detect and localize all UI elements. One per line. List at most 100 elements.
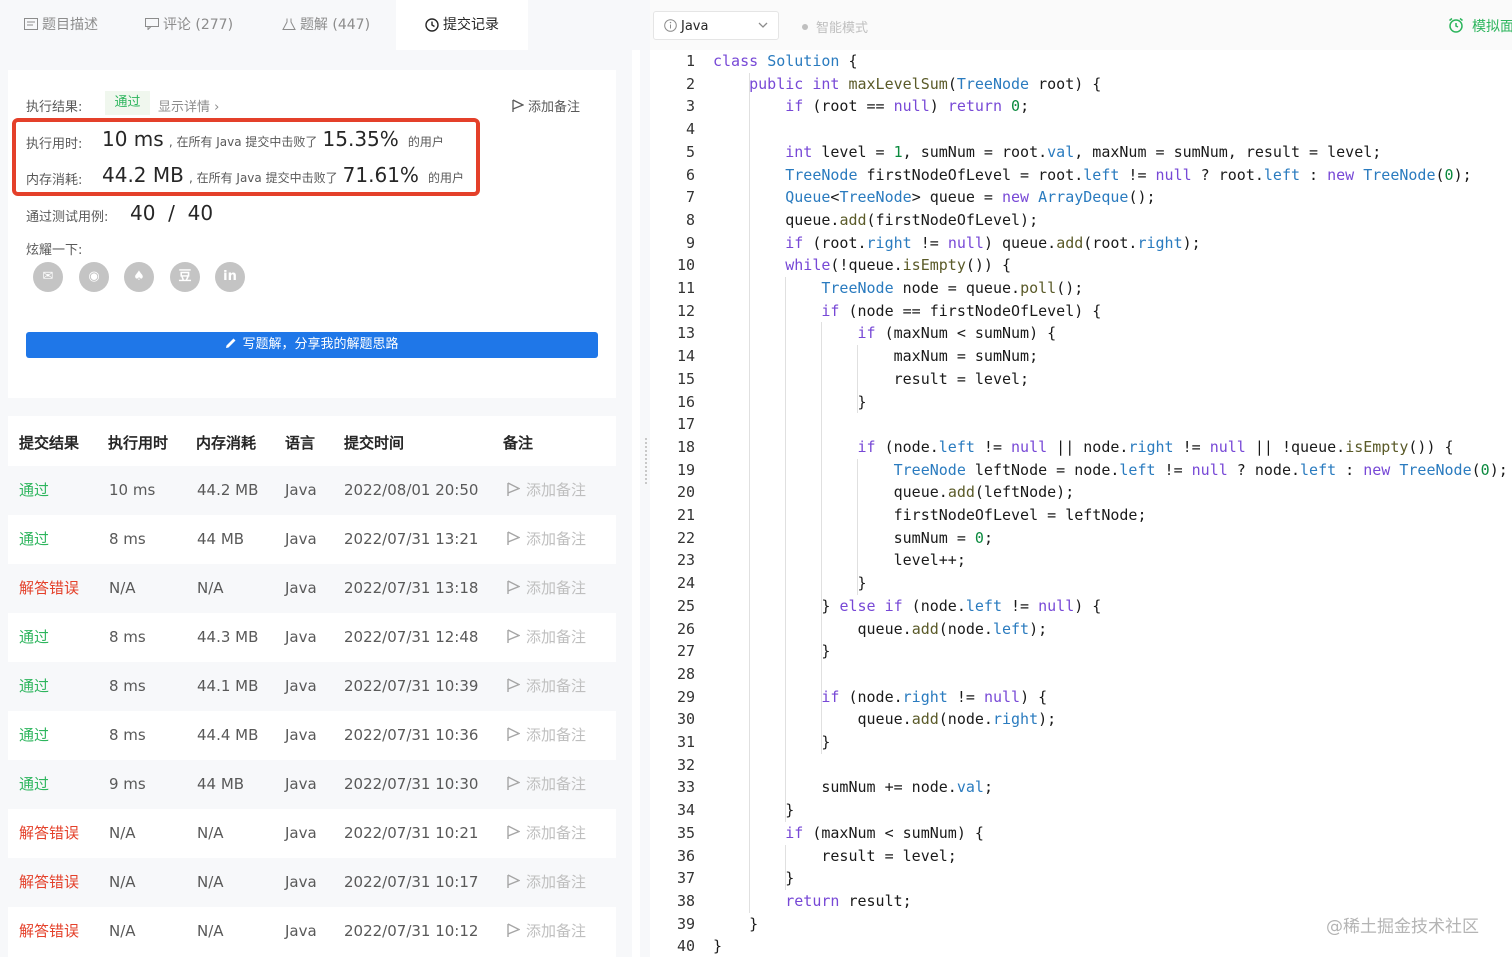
tests-label: 通过测试用例: xyxy=(26,210,109,225)
code-line[interactable]: } xyxy=(713,867,794,890)
line-number: 36 xyxy=(676,846,695,865)
code-line[interactable]: sumNum += node.val; xyxy=(713,776,993,799)
add-note-button[interactable]: 添加备注 xyxy=(512,96,580,117)
code-line[interactable]: if (maxNum < sumNum) { xyxy=(713,822,984,845)
code-line[interactable]: if (root.right != null) queue.add(root.r… xyxy=(713,232,1200,255)
row-language: Java xyxy=(285,677,317,695)
code-line[interactable]: queue.add(node.left); xyxy=(713,618,1047,641)
language-select[interactable]: Java xyxy=(653,11,779,40)
code-line[interactable]: sumNum = 0; xyxy=(713,527,993,550)
code-line[interactable]: } else if (node.left != null) { xyxy=(713,595,1101,618)
row-date: 2022/08/01 20:50 xyxy=(344,481,479,499)
tab-submissions[interactable]: 提交记录 xyxy=(396,0,528,50)
code-line[interactable]: queue.add(leftNode); xyxy=(713,481,1075,504)
code-line[interactable]: public int maxLevelSum(TreeNode root) { xyxy=(713,73,1101,96)
table-row[interactable]: 通过 10 ms 44.2 MB Java 2022/08/01 20:50 添加备注 xyxy=(8,466,616,515)
code-line[interactable]: int level = 1, sumNum = root.val, maxNum… xyxy=(713,141,1381,164)
table-row[interactable]: 通过 8 ms 44.1 MB Java 2022/07/31 10:39 添加备注 xyxy=(8,662,616,711)
show-details-link[interactable]: 显示详情 › xyxy=(158,96,219,115)
line-number: 18 xyxy=(676,437,695,456)
table-row[interactable]: 解答错误 N/A N/A Java 2022/07/31 10:17 添加备注 xyxy=(8,858,616,907)
code-line[interactable]: if (node.right != null) { xyxy=(713,686,1047,709)
code-line[interactable]: } xyxy=(713,731,830,754)
row-add-note-button[interactable]: 添加备注 xyxy=(507,809,586,858)
qq-icon[interactable]: ♠ xyxy=(124,262,154,292)
flag-icon xyxy=(507,811,521,860)
row-date: 2022/07/31 10:17 xyxy=(344,873,479,891)
table-row[interactable]: 通过 8 ms 44.4 MB Java 2022/07/31 10:36 添加备注 xyxy=(8,711,616,760)
row-status[interactable]: 通过 xyxy=(19,613,49,662)
row-add-note-button[interactable]: 添加备注 xyxy=(507,858,586,907)
line-number: 28 xyxy=(676,664,695,683)
row-status[interactable]: 解答错误 xyxy=(19,809,79,858)
row-language: Java xyxy=(285,530,317,548)
weibo-icon[interactable]: ◉ xyxy=(79,262,109,292)
row-status[interactable]: 通过 xyxy=(19,662,49,711)
smart-mode-toggle[interactable]: 智能模式 xyxy=(802,17,868,36)
code-line[interactable]: queue.add(firstNodeOfLevel); xyxy=(713,209,1038,232)
row-add-note-button[interactable]: 添加备注 xyxy=(507,907,586,956)
table-row[interactable]: 解答错误 N/A N/A Java 2022/07/31 13:18 添加备注 xyxy=(8,564,616,613)
code-line[interactable]: if (node == firstNodeOfLevel) { xyxy=(713,300,1101,323)
douban-icon[interactable]: 豆 xyxy=(170,262,200,292)
code-line[interactable]: } xyxy=(713,640,830,663)
row-status[interactable]: 解答错误 xyxy=(19,564,79,613)
code-line[interactable]: } xyxy=(713,913,758,936)
wechat-icon[interactable]: ✉ xyxy=(33,262,63,292)
row-add-note-button[interactable]: 添加备注 xyxy=(507,466,586,515)
runtime-text: , 在所有 Java 提交中击败了 xyxy=(168,135,318,149)
tab-comments[interactable]: 评论 (277) xyxy=(122,0,256,50)
code-line[interactable]: } xyxy=(713,572,866,595)
code-line[interactable]: return result; xyxy=(713,890,911,913)
table-row[interactable]: 解答错误 N/A N/A Java 2022/07/31 10:12 添加备注 xyxy=(8,907,616,956)
linkedin-icon[interactable]: in xyxy=(215,262,245,292)
code-line[interactable]: result = level; xyxy=(713,368,1029,391)
line-number: 31 xyxy=(676,733,695,751)
row-add-note-button[interactable]: 添加备注 xyxy=(507,711,586,760)
row-add-note-button[interactable]: 添加备注 xyxy=(507,515,586,564)
row-status[interactable]: 通过 xyxy=(19,760,49,809)
row-status[interactable]: 解答错误 xyxy=(19,907,79,956)
resize-handle[interactable] xyxy=(645,438,649,484)
tab-solutions[interactable]: 题解 (447) xyxy=(256,0,396,50)
code-line[interactable]: maxNum = sumNum; xyxy=(713,345,1039,368)
table-row[interactable]: 通过 9 ms 44 MB Java 2022/07/31 10:30 添加备注 xyxy=(8,760,616,809)
code-line[interactable]: } xyxy=(713,391,866,414)
code-line[interactable]: TreeNode leftNode = node.left != null ? … xyxy=(713,459,1508,482)
indent-guide xyxy=(821,322,823,754)
code-line[interactable]: if (maxNum < sumNum) { xyxy=(713,322,1057,345)
row-add-note-button[interactable]: 添加备注 xyxy=(507,613,586,662)
code-line[interactable]: if (node.left != null || node.right != n… xyxy=(713,436,1454,459)
flag-icon xyxy=(507,909,521,958)
line-number: 27 xyxy=(676,642,695,661)
header-runtime: 执行用时 xyxy=(108,434,169,452)
row-add-note-button[interactable]: 添加备注 xyxy=(507,760,586,809)
code-line[interactable]: class Solution { xyxy=(713,50,858,73)
code-line[interactable]: firstNodeOfLevel = leftNode; xyxy=(713,504,1147,527)
code-line[interactable]: Queue<TreeNode> queue = new ArrayDeque()… xyxy=(713,186,1155,209)
line-number: 30 xyxy=(676,710,695,729)
row-status[interactable]: 通过 xyxy=(19,466,49,515)
write-solution-button[interactable]: 写题解，分享我的解题思路 xyxy=(26,332,598,358)
code-line[interactable]: while(!queue.isEmpty()) { xyxy=(713,254,1011,277)
code-line[interactable]: TreeNode firstNodeOfLevel = root.left !=… xyxy=(713,164,1471,187)
row-add-note-button[interactable]: 添加备注 xyxy=(507,662,586,711)
mock-interview-button[interactable]: 模拟面 xyxy=(1448,16,1512,37)
header-language: 语言 xyxy=(285,434,316,452)
row-date: 2022/07/31 10:12 xyxy=(344,922,479,940)
row-status[interactable]: 通过 xyxy=(19,711,49,760)
tab-comments-label: 评论 (277) xyxy=(162,17,234,33)
mock-interview-label: 模拟面 xyxy=(1472,19,1512,35)
table-row[interactable]: 通过 8 ms 44.3 MB Java 2022/07/31 12:48 添加备注 xyxy=(8,613,616,662)
table-row[interactable]: 通过 8 ms 44 MB Java 2022/07/31 13:21 添加备注 xyxy=(8,515,616,564)
tab-description[interactable]: 题目描述 xyxy=(0,0,122,50)
table-row[interactable]: 解答错误 N/A N/A Java 2022/07/31 10:21 添加备注 xyxy=(8,809,616,858)
row-status[interactable]: 解答错误 xyxy=(19,858,79,907)
code-line[interactable]: level++; xyxy=(713,549,966,572)
row-add-note-button[interactable]: 添加备注 xyxy=(507,564,586,613)
code-line[interactable]: TreeNode node = queue.poll(); xyxy=(713,277,1083,300)
code-line[interactable]: if (root == null) return 0; xyxy=(713,95,1029,118)
code-line[interactable]: } xyxy=(713,799,794,822)
code-line[interactable]: queue.add(node.right); xyxy=(713,708,1056,731)
row-status[interactable]: 通过 xyxy=(19,515,49,564)
